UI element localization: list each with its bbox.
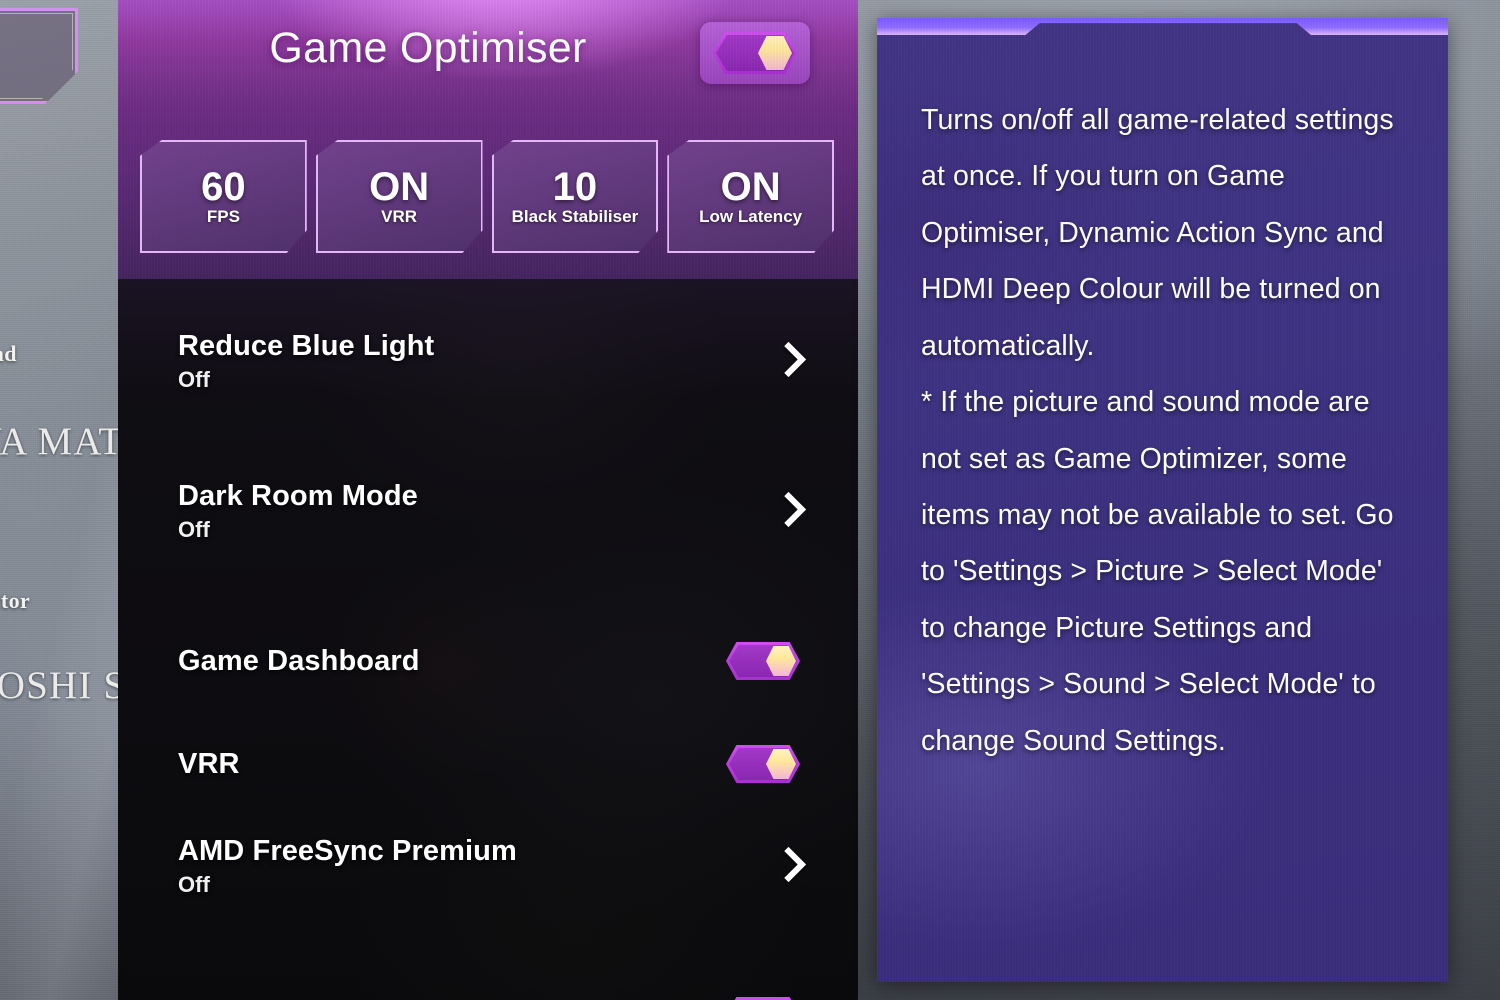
stat-value: 60 [201,164,246,209]
setting-title: Dark Room Mode [178,479,418,512]
stat-label: VRR [381,206,418,226]
setting-title: Reduce Blue Light [178,329,435,362]
vrr-toggle[interactable] [726,745,800,783]
setting-title: Game Dashboard [178,644,420,677]
stat-label: FPS [206,206,240,226]
stat-value: 10 [552,164,598,209]
settings-list: Reduce Blue Light Off Dark Room Mode Off… [118,279,858,1000]
chevron-right-icon [774,339,800,383]
toggle-knob-icon [758,36,792,70]
stat-label: Low Latency [699,206,803,226]
chevron-right-icon [774,844,800,888]
stat-value: ON [369,164,430,209]
toggle-track [716,35,794,71]
stat-tiles: 60 FPS ON VRR 10 Black Stabiliser ON Low… [118,108,858,279]
game-optimiser-panel: Game Optimiser 60 FPS ON VRR 10 Black St… [118,0,858,1000]
setting-title: VRR [178,747,240,780]
toggle-switch-icon [713,32,797,74]
setting-row-game-dashboard[interactable]: Game Dashboard [118,601,858,721]
description-text: Turns on/off all game-related settings a… [921,92,1412,769]
setting-title: AMD FreeSync Premium [178,834,517,867]
stat-tile-black-stabiliser[interactable]: 10 Black Stabiliser [491,140,659,253]
page-title: Game Optimiser [269,24,587,72]
description-panel: Turns on/off all game-related settings a… [877,18,1448,982]
credit-role: Director [0,588,31,613]
tv-screen: st Lead SUYA MATSUE Director RIYOSHI SAS… [0,0,1500,1000]
setting-value: Off [178,366,210,392]
panel-accent-bar [877,18,1448,35]
stat-label: Black Stabiliser [511,206,639,226]
game-dashboard-toggle[interactable] [726,642,800,680]
setting-row-amd-freesync-premium[interactable]: AMD FreeSync Premium Off [118,806,858,926]
stat-tile-vrr[interactable]: ON VRR [315,140,483,253]
stat-tile-low-latency[interactable]: ON Low Latency [667,140,834,253]
setting-value: Off [178,871,210,897]
game-optimiser-toggle[interactable] [700,22,810,84]
setting-value: Off [178,516,210,542]
description-paragraph-1: Turns on/off all game-related settings a… [921,104,1394,362]
stat-value: ON [720,164,781,209]
description-paragraph-2: * If the picture and sound mode are not … [921,386,1394,757]
setting-row-reduce-blue-light[interactable]: Reduce Blue Light Off [118,301,858,421]
setting-row-dark-room-mode[interactable]: Dark Room Mode Off [118,451,858,571]
chevron-right-icon [774,489,800,533]
stat-tile-fps[interactable]: 60 FPS [140,140,307,253]
setting-row-allm[interactable]: ALLM [118,956,858,1000]
credit-role: st Lead [0,341,17,366]
panel-header: Game Optimiser [118,0,858,108]
